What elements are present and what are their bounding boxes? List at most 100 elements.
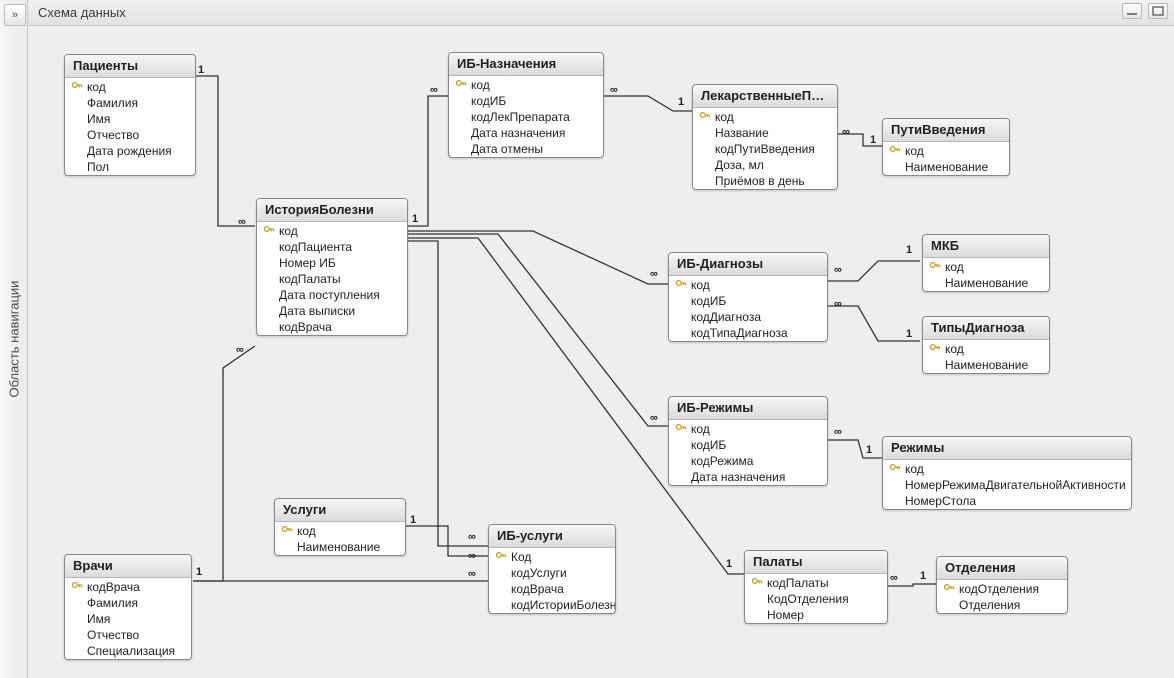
table-fields: кодОтделенияОтделения bbox=[937, 580, 1067, 613]
field-name: код bbox=[279, 224, 298, 238]
table-title: Отделения bbox=[937, 557, 1067, 580]
field-row[interactable]: Дата назначения bbox=[449, 125, 603, 141]
field-row[interactable]: Дата отмены bbox=[449, 141, 603, 157]
table-mkb[interactable]: МКБ кодНаименование bbox=[922, 234, 1050, 292]
rel-many: ∞ bbox=[468, 531, 476, 543]
field-row[interactable]: кодВрача bbox=[65, 578, 191, 595]
field-row[interactable]: Дата назначения bbox=[669, 469, 827, 485]
field-row[interactable]: кодПациента bbox=[257, 239, 407, 255]
table-fields: кодкодИБкодДиагнозакодТипаДиагноза bbox=[669, 276, 827, 341]
field-row[interactable]: Отделения bbox=[937, 597, 1067, 613]
field-row[interactable]: код bbox=[65, 78, 195, 95]
table-ib-prescriptions[interactable]: ИБ-Назначения кодкодИБкодЛекПрепаратаДат… bbox=[448, 52, 604, 158]
table-routes[interactable]: ПутиВведения кодНаименование bbox=[882, 118, 1010, 176]
table-title: Пациенты bbox=[65, 55, 195, 78]
field-row[interactable]: код bbox=[923, 258, 1049, 275]
field-name: Специализация bbox=[87, 644, 175, 658]
field-row[interactable]: кодИБ bbox=[669, 293, 827, 309]
field-name: Фамилия bbox=[87, 596, 138, 610]
field-row[interactable]: кодУслуги bbox=[489, 565, 615, 581]
field-row[interactable]: кодОтделения bbox=[937, 580, 1067, 597]
table-fields: КодкодУслугикодВрачакодИсторииБолезни bbox=[489, 548, 615, 613]
field-row[interactable]: Номер bbox=[745, 607, 887, 623]
field-row[interactable]: Фамилия bbox=[65, 595, 191, 611]
table-services[interactable]: Услуги кодНаименование bbox=[274, 498, 406, 556]
field-row[interactable]: Приёмов в день bbox=[693, 173, 837, 189]
field-row[interactable]: кодИБ bbox=[669, 437, 827, 453]
field-row[interactable]: Отчество bbox=[65, 627, 191, 643]
table-departments[interactable]: Отделения кодОтделенияОтделения bbox=[936, 556, 1068, 614]
field-row[interactable]: Наименование bbox=[923, 275, 1049, 291]
field-row[interactable]: Наименование bbox=[923, 357, 1049, 373]
field-row[interactable]: НомерСтола bbox=[883, 493, 1131, 509]
field-name: Доза, мл bbox=[715, 158, 764, 172]
field-row[interactable]: кодПутиВведения bbox=[693, 141, 837, 157]
field-row[interactable]: код bbox=[669, 420, 827, 437]
field-row[interactable]: Дата поступления bbox=[257, 287, 407, 303]
field-name: кодИБ bbox=[471, 94, 506, 108]
field-row[interactable]: код bbox=[883, 142, 1009, 159]
nav-expand-button[interactable]: » bbox=[4, 4, 26, 26]
field-row[interactable]: Название bbox=[693, 125, 837, 141]
field-row[interactable]: код bbox=[669, 276, 827, 293]
field-row[interactable]: кодТипаДиагноза bbox=[669, 325, 827, 341]
field-row[interactable]: Специализация bbox=[65, 643, 191, 659]
table-ib-diagnoses[interactable]: ИБ-Диагнозы кодкодИБкодДиагнозакодТипаДи… bbox=[668, 252, 828, 342]
field-name: КодОтделения bbox=[767, 592, 849, 606]
field-row[interactable]: НомерРежимаДвигательнойАктивности bbox=[883, 477, 1131, 493]
field-row[interactable]: Номер ИБ bbox=[257, 255, 407, 271]
rel-one: 1 bbox=[410, 514, 416, 526]
field-row[interactable]: кодПалаты bbox=[257, 271, 407, 287]
field-row[interactable]: код bbox=[275, 522, 405, 539]
field-row[interactable]: Отчество bbox=[65, 127, 195, 143]
field-row[interactable]: КодОтделения bbox=[745, 591, 887, 607]
field-row[interactable]: код bbox=[449, 76, 603, 93]
table-drugs[interactable]: ЛекарственныеПр... кодНазваниекодПутиВве… bbox=[692, 84, 838, 190]
primary-key-icon bbox=[455, 77, 471, 92]
table-ib-modes[interactable]: ИБ-Режимы кодкодИБкодРежимаДата назначен… bbox=[668, 396, 828, 486]
table-doctors[interactable]: Врачи кодВрачаФамилияИмяОтчествоСпециали… bbox=[64, 554, 192, 660]
field-row[interactable]: кодДиагноза bbox=[669, 309, 827, 325]
field-row[interactable]: кодРежима bbox=[669, 453, 827, 469]
table-diagnosis-types[interactable]: ТипыДиагноза кодНаименование bbox=[922, 316, 1050, 374]
field-row[interactable]: код bbox=[883, 460, 1131, 477]
field-row[interactable]: кодВрача bbox=[489, 581, 615, 597]
field-name: кодТипаДиагноза bbox=[691, 326, 788, 340]
table-ib-services[interactable]: ИБ-услуги КодкодУслугикодВрачакодИстории… bbox=[488, 524, 616, 614]
primary-key-icon bbox=[889, 143, 905, 158]
rel-many: ∞ bbox=[834, 298, 842, 310]
field-row[interactable]: кодПалаты bbox=[745, 574, 887, 591]
primary-key-icon bbox=[699, 109, 715, 124]
field-row[interactable]: Дата выписки bbox=[257, 303, 407, 319]
field-name: Наименование bbox=[297, 540, 380, 554]
field-row[interactable]: Наименование bbox=[883, 159, 1009, 175]
field-row[interactable]: кодИБ bbox=[449, 93, 603, 109]
table-patients[interactable]: Пациенты кодФамилияИмяОтчествоДата рожде… bbox=[64, 54, 196, 176]
field-row[interactable]: Имя bbox=[65, 611, 191, 627]
table-wards[interactable]: Палаты кодПалатыКодОтделенияНомер bbox=[744, 550, 888, 624]
field-row[interactable]: Дата рождения bbox=[65, 143, 195, 159]
field-row[interactable]: код bbox=[693, 108, 837, 125]
rel-many: ∞ bbox=[610, 84, 618, 96]
field-row[interactable]: кодЛекПрепарата bbox=[449, 109, 603, 125]
field-row[interactable]: код bbox=[257, 222, 407, 239]
field-row[interactable]: Код bbox=[489, 548, 615, 565]
table-history[interactable]: ИсторияБолезни кодкодПациентаНомер ИБкод… bbox=[256, 198, 408, 336]
field-row[interactable]: кодИсторииБолезни bbox=[489, 597, 615, 613]
relationships-canvas[interactable]: 1 ∞ 1 ∞ ∞ 1 ∞ 1 ∞ ∞ 1 ∞ 1 ∞ ∞ 1 1 ∞ 1 1 … bbox=[28, 26, 1174, 678]
field-name: код bbox=[87, 80, 106, 94]
field-name: Наименование bbox=[905, 160, 988, 174]
field-row[interactable]: Имя bbox=[65, 111, 195, 127]
field-row[interactable]: Наименование bbox=[275, 539, 405, 555]
rel-many: ∞ bbox=[468, 550, 476, 562]
field-row[interactable]: кодВрача bbox=[257, 319, 407, 335]
field-row[interactable]: код bbox=[923, 340, 1049, 357]
field-row[interactable]: Пол bbox=[65, 159, 195, 175]
minimize-button[interactable] bbox=[1122, 3, 1142, 19]
field-row[interactable]: Фамилия bbox=[65, 95, 195, 111]
primary-key-icon bbox=[943, 581, 959, 596]
table-modes[interactable]: Режимы кодНомерРежимаДвигательнойАктивно… bbox=[882, 436, 1132, 510]
field-row[interactable]: Доза, мл bbox=[693, 157, 837, 173]
table-title: МКБ bbox=[923, 235, 1049, 258]
restore-button[interactable] bbox=[1148, 3, 1168, 19]
